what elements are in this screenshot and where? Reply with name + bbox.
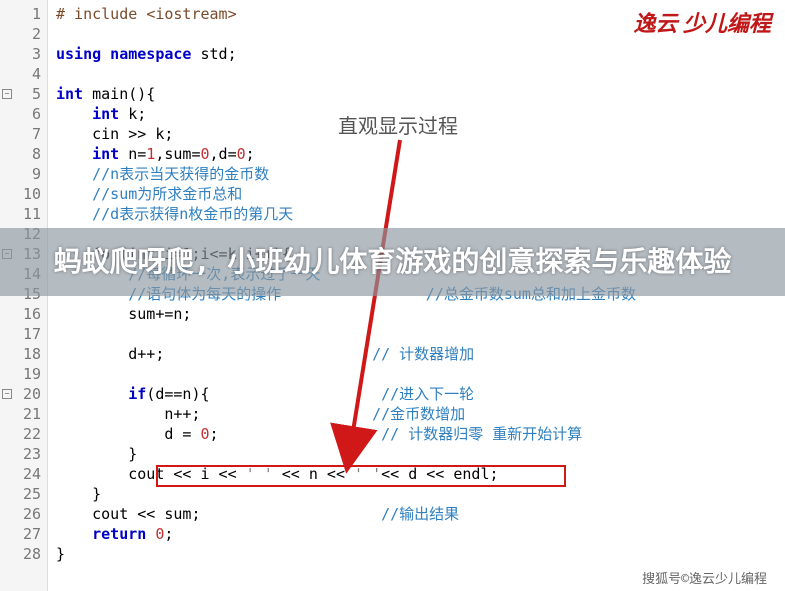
code-line: sum+=n; <box>56 304 785 324</box>
code-line: n++; //金币数增加 <box>56 404 785 424</box>
code-line: } <box>56 444 785 464</box>
code-line: int n=1,sum=0,d=0; <box>56 144 785 164</box>
gutter-line: −5 <box>0 84 47 104</box>
gutter-line: 21 <box>0 404 47 424</box>
highlight-box <box>156 465 566 487</box>
line-number: 5 <box>14 85 47 103</box>
gutter-line: 26 <box>0 504 47 524</box>
line-number: 6 <box>14 105 47 123</box>
code-line: return 0; <box>56 524 785 544</box>
line-number: 9 <box>14 165 47 183</box>
gutter-line: 17 <box>0 324 47 344</box>
line-number: 27 <box>14 525 47 543</box>
gutter-line: 8 <box>0 144 47 164</box>
overlay-title: 蚂蚁爬呀爬, 小班幼儿体育游戏的创意探索与乐趣体验 <box>54 245 732 279</box>
gutter-line: 19 <box>0 364 47 384</box>
line-number: 23 <box>14 445 47 463</box>
code-line: //sum为所求金币总和 <box>56 184 785 204</box>
code-line: using namespace std; <box>56 44 785 64</box>
line-number: 4 <box>14 65 47 83</box>
code-line: cout << sum; //输出结果 <box>56 504 785 524</box>
gutter-line: 7 <box>0 124 47 144</box>
line-number: 3 <box>14 45 47 63</box>
footer-credit: 搜狐号©逸云少儿编程 <box>642 568 767 587</box>
gutter-line: 3 <box>0 44 47 64</box>
code-line: } <box>56 544 785 564</box>
line-number: 20 <box>14 385 47 403</box>
gutter-line: 1 <box>0 4 47 24</box>
title-overlay: 蚂蚁爬呀爬, 小班幼儿体育游戏的创意探索与乐趣体验 <box>0 228 785 296</box>
code-line <box>56 324 785 344</box>
gutter-line: 24 <box>0 464 47 484</box>
code-line <box>56 64 785 84</box>
gutter-line: 10 <box>0 184 47 204</box>
gutter-line: 4 <box>0 64 47 84</box>
gutter-line: 28 <box>0 544 47 564</box>
code-line: d++; // 计数器增加 <box>56 344 785 364</box>
gutter-line: 11 <box>0 204 47 224</box>
line-number: 22 <box>14 425 47 443</box>
gutter-line: 27 <box>0 524 47 544</box>
gutter-line: 6 <box>0 104 47 124</box>
code-line: int main(){ <box>56 84 785 104</box>
code-line: d = 0; // 计数器归零 重新开始计算 <box>56 424 785 444</box>
line-number: 19 <box>14 365 47 383</box>
code-line <box>56 364 785 384</box>
gutter-line: 23 <box>0 444 47 464</box>
gutter-line: 25 <box>0 484 47 504</box>
line-number: 18 <box>14 345 47 363</box>
line-number: 28 <box>14 545 47 563</box>
gutter-line: 16 <box>0 304 47 324</box>
line-number: 10 <box>14 185 47 203</box>
line-number: 2 <box>14 25 47 43</box>
line-number: 16 <box>14 305 47 323</box>
line-number: 26 <box>14 505 47 523</box>
fold-toggle-icon[interactable]: − <box>2 389 12 399</box>
line-number: 24 <box>14 465 47 483</box>
line-number: 17 <box>14 325 47 343</box>
line-number: 21 <box>14 405 47 423</box>
code-line: if(d==n){ //进入下一轮 <box>56 384 785 404</box>
gutter-line: 18 <box>0 344 47 364</box>
line-number: 7 <box>14 125 47 143</box>
line-number: 25 <box>14 485 47 503</box>
annotation-label: 直观显示过程 <box>338 110 458 139</box>
gutter-line: 9 <box>0 164 47 184</box>
gutter-line: 22 <box>0 424 47 444</box>
gutter-line: 2 <box>0 24 47 44</box>
line-number: 11 <box>14 205 47 223</box>
code-line: //n表示当天获得的金币数 <box>56 164 785 184</box>
fold-toggle-icon[interactable]: − <box>2 89 12 99</box>
code-line: //d表示获得n枚金币的第几天 <box>56 204 785 224</box>
line-number: 1 <box>14 5 47 23</box>
line-number: 8 <box>14 145 47 163</box>
code-line: } <box>56 484 785 504</box>
gutter-line: −20 <box>0 384 47 404</box>
brand-logo: 逸云 少儿编程 <box>633 6 771 38</box>
